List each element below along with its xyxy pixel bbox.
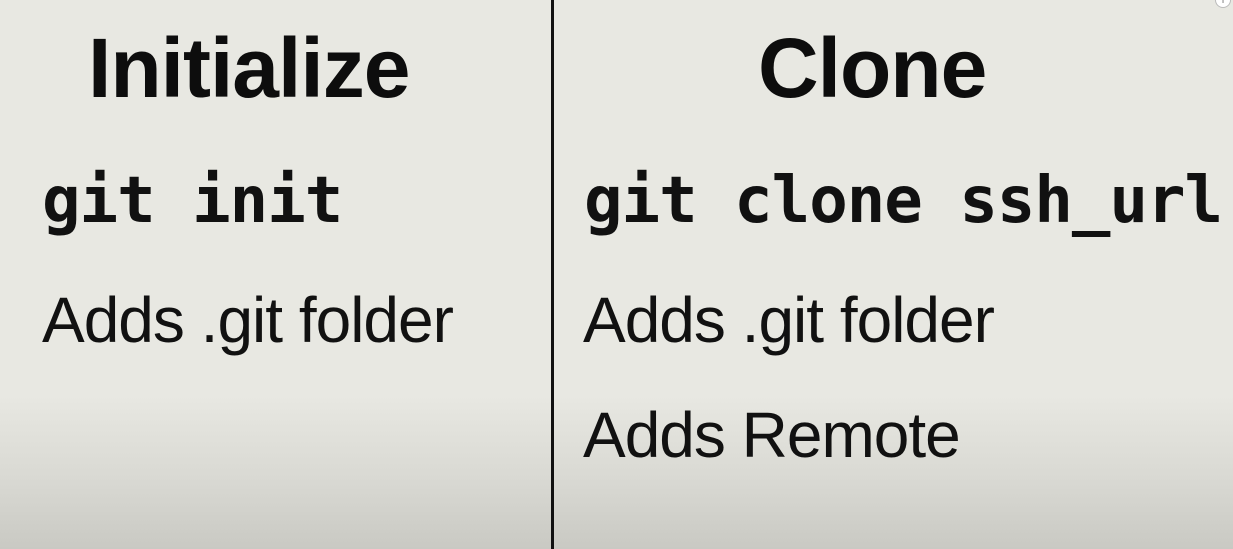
git-clone-command: git clone ssh_url — [584, 164, 1223, 238]
git-init-command: git init — [42, 164, 343, 238]
info-icon[interactable]: i — [1215, 0, 1231, 8]
initialize-point-git-folder: Adds .git folder — [42, 284, 454, 356]
clone-heading: Clone — [758, 21, 987, 115]
clone-point-remote: Adds Remote — [583, 399, 961, 471]
initialize-heading: Initialize — [88, 21, 410, 115]
clone-point-git-folder: Adds .git folder — [583, 284, 995, 356]
slide: Initialize git init Adds .git folder Clo… — [0, 0, 1233, 549]
panel-divider — [551, 0, 554, 549]
